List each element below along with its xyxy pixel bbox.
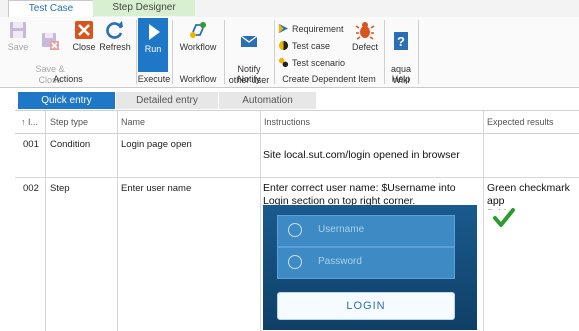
- play-icon: [149, 24, 160, 40]
- help-icon: ?: [394, 32, 408, 50]
- column-divider: [483, 111, 484, 331]
- tab-test-case[interactable]: Test Case: [8, 0, 94, 18]
- row-1-step-type[interactable]: Condition: [50, 139, 90, 150]
- group-label-help: Help: [391, 74, 411, 84]
- workflow-label: Workflow: [179, 42, 217, 52]
- save-label: Save: [7, 42, 29, 52]
- row-2-step-type[interactable]: Step: [50, 183, 70, 194]
- username-field: Username: [277, 215, 455, 247]
- password-placeholder: Password: [318, 256, 362, 267]
- login-screenshot-image: Username Password LOGIN: [263, 205, 477, 330]
- tab-automation[interactable]: Automation: [219, 92, 316, 109]
- tab-quick-entry[interactable]: Quick entry: [18, 92, 115, 109]
- run-label: Run: [144, 44, 162, 54]
- column-header-instructions[interactable]: Instructions: [264, 111, 484, 133]
- refresh-icon: [106, 21, 123, 39]
- group-separator: [418, 20, 419, 84]
- close-button[interactable]: Close: [70, 20, 98, 53]
- login-button: LOGIN: [277, 292, 455, 320]
- group-label-execute: Execute: [137, 74, 171, 84]
- test-case-icon: [278, 40, 289, 51]
- column-divider: [45, 111, 46, 331]
- refresh-label: Refresh: [99, 42, 131, 52]
- column-header-step-type[interactable]: Step type: [50, 111, 118, 133]
- save-button[interactable]: Save: [4, 20, 32, 53]
- tab-step-designer[interactable]: Step Designer: [93, 0, 195, 16]
- column-header-expected-results[interactable]: Expected results: [487, 111, 579, 133]
- envelope-icon: [240, 35, 258, 47]
- requirement-icon: [278, 23, 289, 34]
- svg-text:?: ?: [397, 34, 405, 49]
- defect-label: Defect: [351, 42, 378, 52]
- create-requirement-button[interactable]: Requirement: [278, 22, 344, 36]
- tab-detailed-entry[interactable]: Detailed entry: [116, 92, 218, 109]
- create-test-scenario-button[interactable]: Test scenario: [278, 56, 345, 70]
- workflow-button[interactable]: Workflow: [176, 20, 220, 53]
- bug-icon: [355, 22, 375, 40]
- group-label-workflow: Workflow: [179, 74, 217, 84]
- group-label-actions: Actions: [53, 74, 83, 84]
- grid-tab-bar: Quick entry Detailed entry Automation: [0, 92, 579, 109]
- close-label: Close: [72, 42, 96, 52]
- row-2-expected-results[interactable]: Green checkmark app field.: [487, 182, 579, 210]
- create-defect-button[interactable]: Defect: [350, 20, 380, 53]
- row-2-name[interactable]: Enter user name: [121, 183, 191, 194]
- row-2-id: 002: [23, 183, 39, 194]
- column-divider: [117, 111, 118, 331]
- username-placeholder: Username: [318, 224, 365, 235]
- group-label-create-dependent-item: Create Dependent Item: [282, 74, 376, 84]
- password-field: Password: [277, 247, 455, 279]
- create-test-case-button[interactable]: Test case: [278, 39, 330, 53]
- test-scenario-icon: [278, 57, 289, 68]
- ribbon-tab-bar: Test Case Step Designer: [0, 0, 579, 18]
- run-button[interactable]: Run: [138, 18, 168, 72]
- save-close-icon: [42, 33, 59, 50]
- workflow-icon: [190, 22, 206, 38]
- test-scenario-label: Test scenario: [292, 58, 346, 68]
- row-divider: [15, 177, 579, 178]
- save-icon: [10, 22, 26, 38]
- row-1-id: 001: [23, 139, 39, 150]
- requirement-label: Requirement: [292, 24, 344, 34]
- close-icon: [75, 21, 93, 39]
- test-case-label: Test case: [292, 41, 331, 51]
- refresh-button[interactable]: Refresh: [99, 20, 131, 53]
- column-divider: [260, 111, 261, 331]
- user-icon: [288, 223, 302, 237]
- row-1-name[interactable]: Login page open: [121, 139, 192, 150]
- group-label-notify: Notify: [237, 74, 261, 84]
- green-checkmark-icon: [493, 208, 515, 227]
- column-header-name[interactable]: Name: [121, 111, 261, 133]
- row-1-instructions[interactable]: Site local.sut.com/login opened in brows…: [263, 149, 481, 162]
- lock-icon: [288, 255, 302, 269]
- column-header-id[interactable]: ↑ I...: [21, 111, 45, 133]
